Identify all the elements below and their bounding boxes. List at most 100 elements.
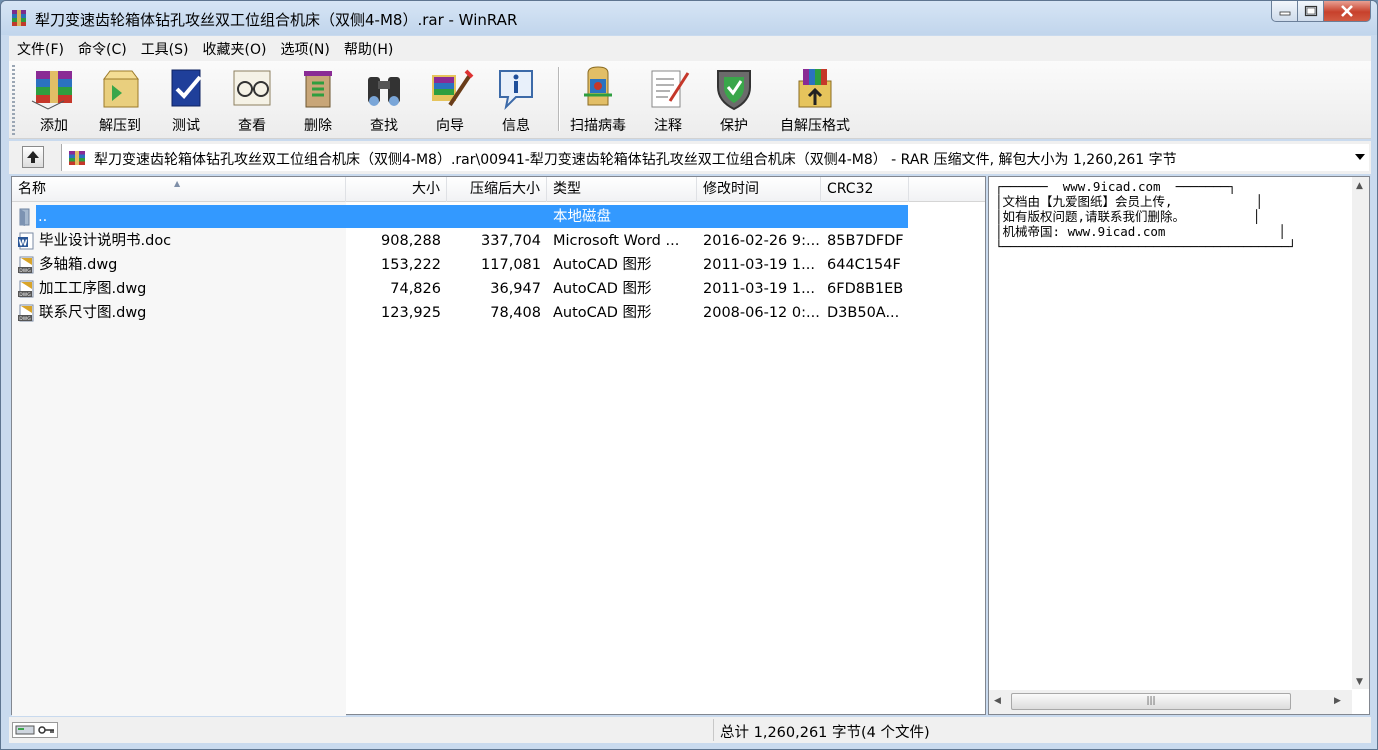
status-summary: 总计 1,260,261 字节(4 个文件) (720, 725, 930, 741)
toolbar-separator (558, 67, 560, 131)
menu-help[interactable]: 帮助(H) (336, 39, 399, 59)
delete-button[interactable]: 删除 (285, 65, 351, 137)
file-type: Microsoft Word ... (553, 233, 680, 249)
protect-button[interactable]: 保护 (701, 65, 767, 137)
file-size: 123,925 (381, 305, 441, 321)
virus-scan-button[interactable]: 扫描病毒 (565, 65, 631, 137)
dwg-file-icon: DWG (18, 304, 34, 322)
file-name: .. (38, 209, 48, 225)
virus-scan-icon (584, 66, 612, 106)
title-bar[interactable]: 犁刀变速齿轮箱体钻孔攻丝双工位组合机床（双侧4-M8）.rar - WinRAR (1, 1, 1377, 35)
file-name: 毕业设计说明书.doc (39, 233, 172, 249)
address-path: 犁刀变速齿轮箱体钻孔攻丝双工位组合机床（双侧4-M8）.rar\00941-犁刀… (94, 152, 1177, 168)
svg-text:W: W (19, 239, 28, 248)
address-bar: 犁刀变速齿轮箱体钻孔攻丝双工位组合机床（双侧4-M8）.rar\00941-犁刀… (9, 141, 1371, 174)
svg-text:DWG: DWG (19, 268, 31, 274)
file-size: 153,222 (381, 257, 441, 273)
sort-ascending-icon: ▲ (174, 179, 181, 188)
delete-label: 删除 (304, 118, 332, 134)
maximize-icon (1304, 5, 1317, 17)
scroll-down-icon[interactable]: ▼ (1356, 677, 1363, 687)
scroll-right-icon[interactable]: ▶ (1334, 696, 1341, 706)
file-crc: 6FD8B1EB (827, 281, 904, 297)
maximize-button[interactable] (1298, 1, 1324, 22)
column-header-size[interactable]: 大小 (346, 177, 447, 202)
test-button[interactable]: 测试 (153, 65, 219, 137)
column-header-type[interactable]: 类型 (547, 177, 697, 202)
drive-key-icon[interactable] (12, 722, 58, 738)
file-name: 多轴箱.dwg (39, 257, 118, 273)
extract-to-button[interactable]: 解压到 (87, 65, 153, 137)
file-packed-size: 117,081 (481, 257, 541, 273)
comment-vertical-scrollbar[interactable]: ▲ ▼ (1352, 177, 1369, 689)
extract-icon (103, 70, 139, 108)
address-field[interactable]: 犁刀变速齿轮箱体钻孔攻丝双工位组合机床（双侧4-M8）.rar\00941-犁刀… (61, 144, 1369, 171)
file-modified: 2011-03-19 1... (703, 257, 815, 273)
scroll-left-icon[interactable]: ◀ (994, 696, 1001, 706)
archive-comment-pane[interactable]: ┌────── www.9icad.com ───────┐ │文档由【九爱图纸… (988, 176, 1370, 715)
status-divider (713, 719, 714, 741)
column-type-label: 类型 (553, 181, 581, 197)
close-button[interactable] (1324, 1, 1371, 22)
sfx-button[interactable]: 自解压格式 (775, 65, 855, 137)
file-type: AutoCAD 图形 (553, 257, 652, 273)
up-one-level-button[interactable] (22, 146, 44, 168)
column-header-modified[interactable]: 修改时间 (697, 177, 821, 202)
column-header-packed[interactable]: 压缩后大小 (447, 177, 547, 202)
binoculars-icon (368, 77, 400, 106)
sfx-icon (798, 69, 832, 108)
view-button[interactable]: 查看 (219, 65, 285, 137)
minimize-icon (1279, 11, 1290, 16)
delete-icon (304, 71, 332, 108)
menu-file[interactable]: 文件(F) (9, 39, 70, 59)
scroll-thumb[interactable]: ||| (1011, 693, 1291, 710)
address-dropdown-icon[interactable] (1355, 154, 1365, 160)
close-icon (1341, 5, 1353, 17)
wizard-button[interactable]: 向导 (417, 65, 483, 137)
info-button[interactable]: 信息 (483, 65, 549, 137)
find-label: 查找 (370, 118, 398, 134)
file-type: 本地磁盘 (553, 209, 611, 225)
file-type: AutoCAD 图形 (553, 281, 652, 297)
file-name: 加工工序图.dwg (39, 281, 147, 297)
file-list[interactable]: 名称 ▲ 大小 压缩后大小 类型 修改时间 CRC32 .. 本地磁盘 W 毕业… (11, 176, 986, 716)
dwg-file-icon: DWG (18, 256, 34, 274)
comment-horizontal-scrollbar[interactable]: ◀ ||| ▶ (989, 690, 1352, 714)
find-button[interactable]: 查找 (351, 65, 417, 137)
list-item[interactable]: DWG 联系尺寸图.dwg 123,925 78,408 AutoCAD 图形 … (12, 301, 985, 325)
winrar-window: 犁刀变速齿轮箱体钻孔攻丝双工位组合机床（双侧4-M8）.rar - WinRAR… (0, 0, 1378, 750)
list-item[interactable]: DWG 多轴箱.dwg 153,222 117,081 AutoCAD 图形 2… (12, 253, 985, 277)
menu-favorites[interactable]: 收藏夹(O) (195, 39, 273, 59)
view-label: 查看 (238, 118, 266, 134)
status-bar: 总计 1,260,261 字节(4 个文件) (9, 717, 1371, 743)
file-crc: D3B50A... (827, 305, 900, 321)
folder-up-icon (19, 208, 30, 226)
toolbar: 添加 解压到 测试 查看 删除 查找 向导 信息 扫描病毒 注释 保护 自解压格… (9, 61, 1371, 139)
word-doc-icon: W (18, 232, 34, 250)
comment-icon (651, 70, 690, 108)
file-crc: 85B7DFDF (827, 233, 904, 249)
protect-label: 保护 (720, 118, 748, 134)
file-modified: 2008-06-12 0:... (703, 305, 820, 321)
add-button[interactable]: 添加 (21, 65, 87, 137)
wizard-icon (432, 69, 474, 107)
menu-options[interactable]: 选项(N) (272, 39, 335, 59)
file-name: 联系尺寸图.dwg (39, 305, 147, 321)
virus-scan-label: 扫描病毒 (570, 118, 626, 134)
list-item-parent-folder[interactable]: .. 本地磁盘 (12, 205, 985, 229)
comment-button[interactable]: 注释 (635, 65, 701, 137)
scroll-up-icon[interactable]: ▲ (1356, 181, 1363, 191)
toolbar-grip[interactable] (12, 65, 15, 135)
column-header-crc[interactable]: CRC32 (821, 177, 909, 202)
minimize-button[interactable] (1271, 1, 1298, 22)
sfx-label: 自解压格式 (780, 118, 850, 134)
column-crc-label: CRC32 (827, 181, 874, 197)
list-header: 名称 ▲ 大小 压缩后大小 类型 修改时间 CRC32 (12, 177, 985, 202)
shield-icon (717, 70, 751, 111)
list-item[interactable]: DWG 加工工序图.dwg 74,826 36,947 AutoCAD 图形 2… (12, 277, 985, 301)
list-item[interactable]: W 毕业设计说明书.doc 908,288 337,704 Microsoft … (12, 229, 985, 253)
svg-text:DWG: DWG (19, 292, 31, 298)
menu-tools[interactable]: 工具(S) (133, 39, 195, 59)
menu-commands[interactable]: 命令(C) (70, 39, 133, 59)
file-modified: 2011-03-19 1... (703, 281, 815, 297)
